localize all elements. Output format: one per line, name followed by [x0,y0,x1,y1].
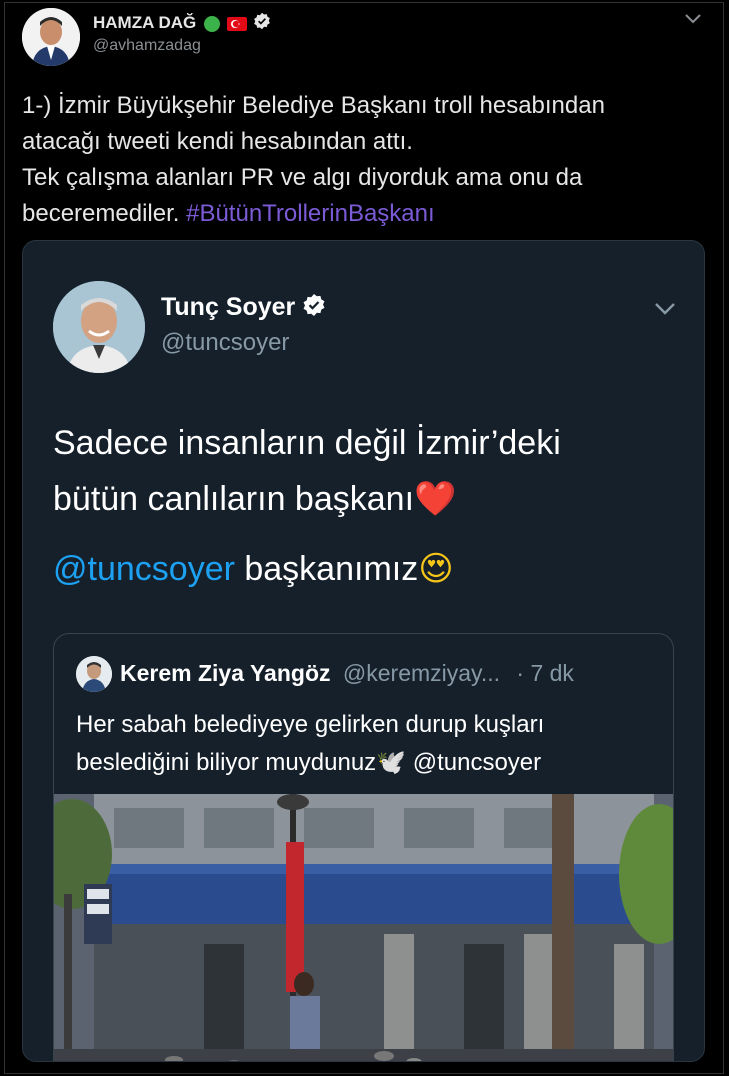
tweet-text-line: atacağı tweeti kendi hesabından attı. [22,128,413,155]
embedded-text-fragment: bütün canlıların başkanı [53,480,415,518]
quoted-media-image[interactable] [54,794,673,1061]
verified-badge-icon [253,12,271,35]
verified-badge-icon [302,293,326,324]
embedded-author-handle[interactable]: @tuncsoyer [161,329,289,357]
quoted-author-name[interactable]: Kerem Ziya Yangöz [120,660,331,686]
quoted-text-fragment: beslediğini biliyor muydunuz [76,749,377,776]
embedded-text-line: Sadece insanların değil İzmir’deki [53,424,561,462]
embedded-text-line: bütün canlıların başkanı❤️ [53,471,683,527]
red-heart-emoji: ❤️ [414,480,457,518]
heart-eyes-emoji: 😍 [418,550,454,588]
embedded-tweet-image[interactable]: Tunç Soyer @tuncsoyer Sadece insanların … [22,240,705,1062]
embedded-author-avatar[interactable] [53,281,145,373]
turkey-flag-icon [226,16,247,31]
author-handle[interactable]: @avhamzadag [93,37,201,55]
green-circle-icon [203,15,220,32]
tweet-text-fragment: beceremediler. [22,200,187,227]
quoted-text-line: beslediğini biliyor muydunuz🕊️ @tuncsoye… [76,744,666,782]
embedded-text-fragment: başkanımız [234,550,419,588]
embedded-tweet-text: Sadece insanların değil İzmir’deki bütün… [53,415,683,597]
quoted-tweet[interactable]: Kerem Ziya Yangöz @keremziyay... · 7 dk … [53,633,674,1061]
mention-link[interactable]: @tuncsoyer [413,749,541,776]
chevron-down-icon[interactable] [654,301,676,322]
dove-emoji: 🕊️ [376,749,407,776]
chevron-down-icon[interactable] [684,12,702,31]
quoted-author-avatar[interactable] [76,656,112,692]
tweet-text-line: Tek çalışma alanları PR ve algı diyorduk… [22,164,583,191]
author-avatar[interactable] [22,8,80,66]
quoted-timestamp[interactable]: · 7 dk [516,660,574,686]
embedded-text-line: @tuncsoyer başkanımız😍 [53,541,683,597]
embedded-author-name[interactable]: Tunç Soyer [161,293,295,321]
quoted-tweet-text: Her sabah belediyeye gelirken durup kuşl… [76,706,666,782]
mention-link[interactable]: @tuncsoyer [53,550,235,588]
quoted-author-handle[interactable]: @keremziyay... [343,660,500,686]
hashtag-link[interactable]: #BütünTrollerinBaşkanı [186,200,435,227]
tweet-text: 1-) İzmir Büyükşehir Belediye Başkanı tr… [22,88,712,232]
quoted-text-line: Her sabah belediyeye gelirken durup kuşl… [76,711,545,738]
tweet-text-line: beceremediler. #BütünTrollerinBaşkanı [22,196,712,232]
author-name[interactable]: HAMZA DAĞ [93,13,196,32]
tweet-text-line: 1-) İzmir Büyükşehir Belediye Başkanı tr… [22,92,605,119]
